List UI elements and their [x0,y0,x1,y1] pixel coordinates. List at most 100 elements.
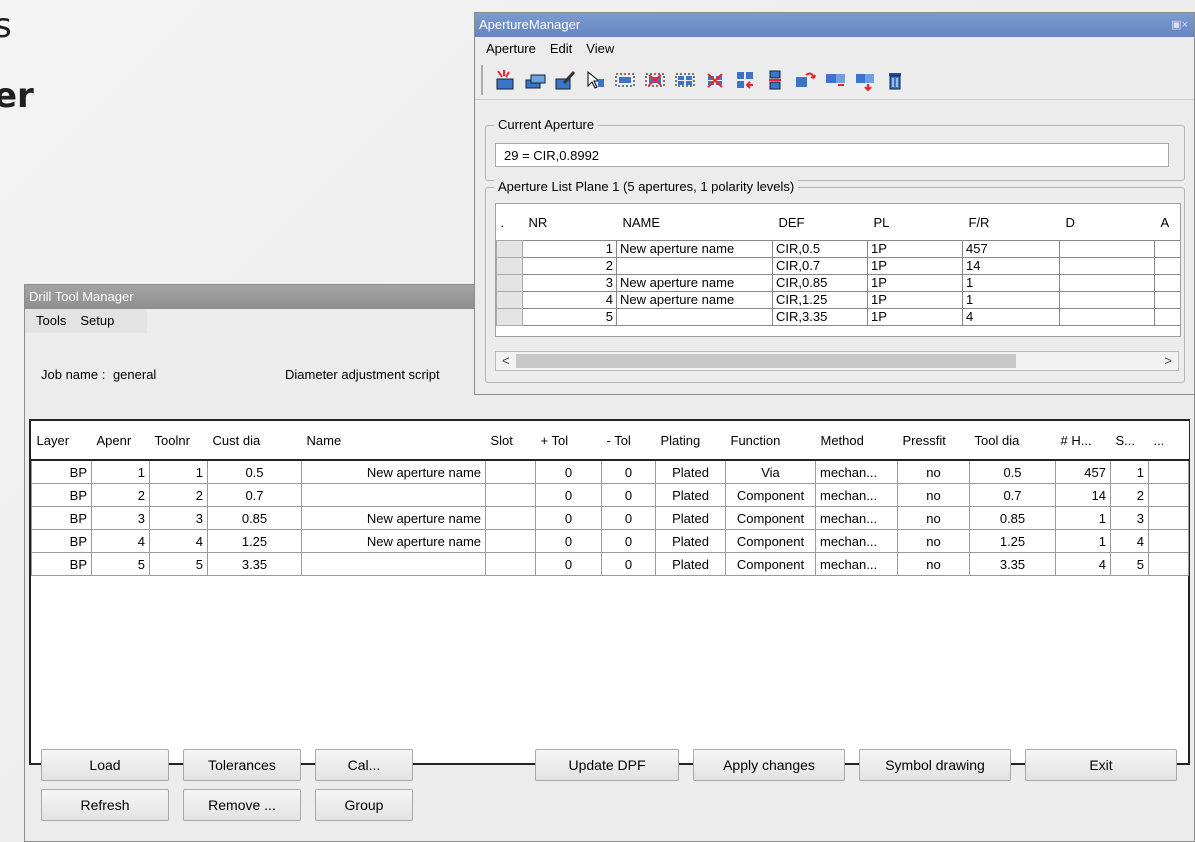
table-cell[interactable]: 0 [535,483,602,507]
split-icon[interactable] [761,66,789,94]
table-cell[interactable]: Component [725,529,816,553]
trash-icon[interactable] [881,66,909,94]
select-box-icon[interactable] [611,66,639,94]
table-row[interactable]: BP 1 1 0.5 New aperture name 0 0 Plated Via mecha… [31,459,1189,484]
table-cell[interactable] [485,459,536,484]
menu-tools[interactable]: Tools [29,310,73,332]
table-cell[interactable]: BP [31,483,92,507]
column-header[interactable]: Apenr [91,421,150,461]
table-cell[interactable]: no [897,552,970,576]
load-button[interactable]: Load [41,749,169,781]
row-selector[interactable] [496,308,523,326]
table-row[interactable]: 1 New aperture name CIR,0.5 1P 457 [496,240,1180,258]
table-cell[interactable]: 0 [535,552,602,576]
row-selector[interactable] [496,274,523,292]
tolerances-button[interactable]: Tolerances [183,749,301,781]
table-cell[interactable]: 457 [1055,459,1111,484]
table-cell[interactable]: New aperture name [616,291,773,309]
table-row[interactable]: 5 CIR,3.35 1P 4 [496,308,1180,326]
table-cell[interactable] [1148,506,1189,530]
table-cell[interactable] [1059,291,1155,309]
table-cell[interactable]: 5 [522,308,617,326]
column-header[interactable]: . [497,204,523,241]
row-selector[interactable] [496,257,523,275]
column-header[interactable]: Toolnr [149,421,208,461]
table-cell[interactable] [1154,257,1180,275]
table-cell[interactable]: mechan... [815,506,898,530]
column-header[interactable]: Method [815,421,898,461]
table-cell[interactable] [1154,308,1180,326]
table-cell[interactable]: no [897,483,970,507]
table-cell[interactable]: 4 [962,308,1060,326]
table-cell[interactable]: 4 [1110,529,1149,553]
menu-edit[interactable]: Edit [543,38,579,60]
table-cell[interactable]: 0 [601,529,656,553]
table-cell[interactable]: mechan... [815,483,898,507]
table-cell[interactable] [616,257,773,275]
column-header[interactable]: PL [868,204,963,241]
table-cell[interactable]: Plated [655,483,726,507]
table-cell[interactable]: 1.25 [207,529,302,553]
table-cell[interactable]: 14 [1055,483,1111,507]
column-header[interactable]: ... [1148,421,1189,461]
current-aperture-field[interactable]: 29 = CIR,0.8992 [495,143,1169,167]
table-row[interactable]: BP 4 4 1.25 New aperture name 0 0 Plated Compone… [31,529,1189,553]
table-cell[interactable]: 2 [522,257,617,275]
table-cell[interactable]: no [897,506,970,530]
table-cell[interactable]: BP [31,506,92,530]
column-header[interactable]: S... [1110,421,1149,461]
table-cell[interactable]: 5 [149,552,208,576]
table-cell[interactable]: 1.25 [969,529,1056,553]
table-row[interactable]: 4 New aperture name CIR,1.25 1P 1 [496,291,1180,309]
table-cell[interactable]: 1 [962,274,1060,292]
scroll-right-icon[interactable]: > [1164,352,1172,370]
row-selector[interactable] [496,240,523,258]
calibrate-button[interactable]: Cal... [315,749,413,781]
table-row[interactable]: BP 3 3 0.85 New aperture name 0 0 Plated Compone… [31,506,1189,530]
window-controls-icon[interactable]: ▣× [1171,13,1188,37]
table-cell[interactable]: 3.35 [969,552,1056,576]
table-cell[interactable]: 3 [522,274,617,292]
delete-all-icon[interactable] [701,66,729,94]
table-cell[interactable]: Component [725,483,816,507]
copy-aperture-icon[interactable] [821,66,849,94]
move-down-icon[interactable] [851,66,879,94]
table-cell[interactable]: 4 [1055,552,1111,576]
table-cell[interactable]: Component [725,506,816,530]
table-cell[interactable]: 0 [601,459,656,484]
table-cell[interactable]: 0.7 [969,483,1056,507]
table-cell[interactable]: 3 [149,506,208,530]
refresh-button[interactable]: Refresh [41,789,169,821]
table-cell[interactable]: 1P [867,240,963,258]
table-cell[interactable]: New aperture name [301,529,486,553]
table-cell[interactable]: 2 [91,483,150,507]
table-cell[interactable]: 1P [867,291,963,309]
select-all-icon[interactable] [671,66,699,94]
scroll-left-icon[interactable]: < [502,352,510,370]
table-cell[interactable]: CIR,0.5 [772,240,868,258]
table-cell[interactable]: BP [31,459,92,484]
table-cell[interactable]: 1 [962,291,1060,309]
table-cell[interactable]: 1P [867,257,963,275]
column-header[interactable]: NAME [617,204,773,241]
table-cell[interactable]: 0.85 [207,506,302,530]
table-cell[interactable] [1148,459,1189,484]
horizontal-scrollbar[interactable]: < > [495,351,1179,371]
table-cell[interactable]: 14 [962,257,1060,275]
table-cell[interactable]: 3 [91,506,150,530]
table-cell[interactable] [1059,274,1155,292]
table-cell[interactable]: 2 [1110,483,1149,507]
table-cell[interactable]: no [897,459,970,484]
table-cell[interactable]: 3 [1110,506,1149,530]
table-cell[interactable]: 0 [601,552,656,576]
select-pointer-icon[interactable] [581,66,609,94]
table-cell[interactable]: 0 [601,506,656,530]
new-aperture-icon[interactable] [491,66,519,94]
table-cell[interactable] [485,529,536,553]
table-cell[interactable]: 3.35 [207,552,302,576]
column-header[interactable]: Cust dia [207,421,302,461]
table-cell[interactable]: mechan... [815,459,898,484]
table-cell[interactable]: 5 [1110,552,1149,576]
table-cell[interactable] [485,552,536,576]
table-cell[interactable]: New aperture name [616,240,773,258]
